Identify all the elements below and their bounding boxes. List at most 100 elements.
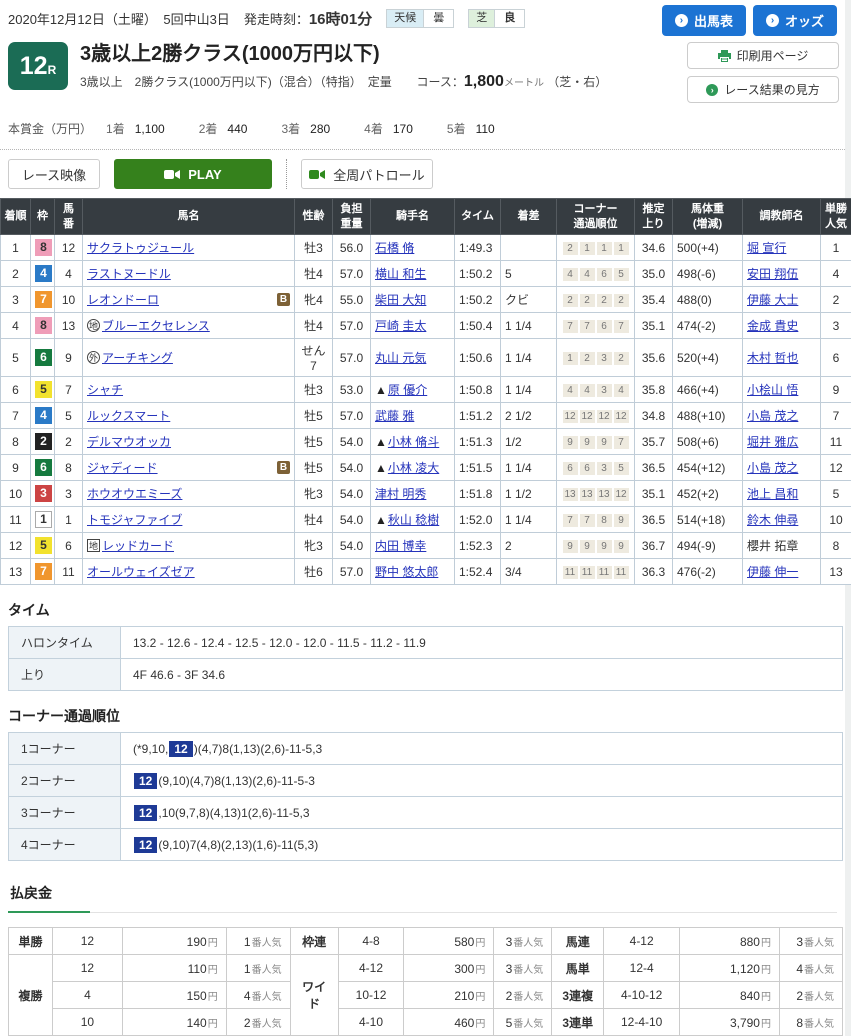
jockey-link[interactable]: 津村 明秀 [375,487,426,501]
trainer-link[interactable]: 堀井 雅広 [747,435,798,449]
jockey-link[interactable]: 石橋 脩 [375,241,414,255]
horse-name-link[interactable]: アーチキング [102,351,173,365]
horse-name-link[interactable]: シャチ [87,383,123,397]
corners-cell: 4434 [557,377,635,403]
sex-age-cell: 牡5 [295,429,333,455]
corner-position: 7 [614,436,629,449]
win-popularity-cell: 13 [821,559,851,585]
corner-position: 2 [580,352,595,365]
jockey-link[interactable]: 秋山 稔樹 [388,513,439,527]
trainer-link[interactable]: 金成 貴史 [747,319,798,333]
trainer-link[interactable]: 池上 昌和 [747,487,798,501]
trainer-link[interactable]: 小桧山 悟 [747,383,798,397]
time-cell: 1:51.5 [455,455,501,481]
jockey-link[interactable]: 丸山 元気 [375,351,426,365]
jockey-link[interactable]: 横山 和生 [375,267,426,281]
jockey-link[interactable]: 柴田 大知 [375,293,426,307]
horse-name-link[interactable]: オールウェイズゼア [87,565,195,579]
body-weight-cell: 454(+12) [673,455,743,481]
bet-combination: 4-12 [338,955,404,982]
race-video-button[interactable]: レース映像 [8,159,100,189]
corner-row: 3コーナー12,10(9,7,8)(4,13)1(2,6)-11-5,3 [9,797,843,829]
bet-combination: 4 [52,982,122,1009]
horse-name-link[interactable]: サクラトゥジュール [87,241,194,255]
win-popularity-cell: 1 [821,235,851,261]
jockey-link[interactable]: 小林 脩斗 [388,435,439,449]
jockey-link[interactable]: 戸崎 圭太 [375,319,426,333]
last3f-cell: 35.4 [635,287,673,313]
horse-name-cell: サクラトゥジュール [83,235,295,261]
horse-name-link[interactable]: レオンドーロ [87,293,159,307]
horse-name-link[interactable]: デルマウオッカ [87,435,171,449]
corner-position: 6 [580,462,595,475]
trainer-link[interactable]: 伊藤 伸一 [747,565,798,579]
last3f-cell: 35.0 [635,261,673,287]
corner-position: 3 [597,352,612,365]
corner-row-label: 2コーナー [9,765,121,797]
horse-mark: 地 [87,319,100,332]
corner-position: 4 [563,384,578,397]
jockey-cell: 内田 博幸 [371,533,455,559]
trainer-cell: 小島 茂之 [743,403,821,429]
last3f-cell: 34.8 [635,403,673,429]
horse-name-link[interactable]: ジャディード [87,461,158,475]
trainer-link[interactable]: 伊藤 大士 [747,293,798,307]
sex-age-cell: 牡5 [295,455,333,481]
apprentice-mark: ▲ [375,435,387,449]
horse-name-link[interactable]: ブルーエクセレンス [102,319,210,333]
corner-position: 6 [597,320,612,333]
column-header: 負担重量 [333,199,371,235]
course-label: コース： [417,75,464,89]
trainer-cell: 鈴木 伸尋 [743,507,821,533]
horse-name-link[interactable]: ホウオウエミーズ [87,487,182,501]
column-header: コーナー通過順位 [557,199,635,235]
trainer-link[interactable]: 小島 茂之 [747,461,798,475]
jockey-link[interactable]: 武藤 雅 [375,409,414,423]
bet-combination: 12 [52,955,122,982]
trainer-link[interactable]: 堀 宣行 [747,241,786,255]
win-popularity-cell: 12 [821,455,851,481]
patrol-video-button[interactable]: 全周パトロール [301,159,433,189]
jockey-link[interactable]: 内田 博幸 [375,539,426,553]
trainer-cell: 木村 哲也 [743,339,821,377]
horse-name-link[interactable]: レッドカード [102,539,174,553]
payout-popularity: 4番人気 [226,982,290,1009]
frame-number: 2 [35,433,52,450]
corners-cell: 9997 [557,429,635,455]
printer-icon [718,50,731,62]
frame-number: 6 [35,459,52,476]
trainer-link[interactable]: 小島 茂之 [747,409,798,423]
time-row-value: 4F 46.6 - 3F 34.6 [121,659,843,691]
horse-name-link[interactable]: ラストヌードル [87,267,171,281]
pos-cell: 3 [1,287,31,313]
popularity-suffix: 番人気 [804,965,834,976]
yen-suffix: 円 [208,992,218,1003]
time-cell: 1:51.8 [455,481,501,507]
jockey-link[interactable]: 小林 凌大 [388,461,439,475]
pos-cell: 2 [1,261,31,287]
race-title: 3歳以上2勝クラス(1000万円以下) [80,42,607,66]
odds-button[interactable]: › オッズ [753,5,837,36]
prize-rank: 5着 [447,122,466,136]
play-button[interactable]: PLAY [114,159,272,189]
trainer-link[interactable]: 鈴木 伸尋 [747,513,798,527]
entry-table-button[interactable]: › 出馬表 [662,5,746,36]
payout-popularity: 3番人気 [779,928,842,955]
time-tbody: ハロンタイム13.2 - 12.6 - 12.4 - 12.5 - 12.0 -… [9,627,843,691]
horse-name-link[interactable]: トモジャファイブ [87,513,182,527]
jockey-link[interactable]: 野中 悠太郎 [375,565,438,579]
results-guide-button[interactable]: › レース結果の見方 [687,76,839,103]
trainer-link[interactable]: 安田 翔伍 [747,267,798,281]
highlighted-horse-number: 12 [169,741,192,757]
print-page-button[interactable]: 印刷用ページ [687,42,839,69]
win-popularity-cell: 11 [821,429,851,455]
corner-position: 8 [597,514,612,527]
horse-name-link[interactable]: ルックスマート [87,409,170,423]
jockey-link[interactable]: 原 優介 [388,383,427,397]
table-row: 13711オールウェイズゼア牡657.0野中 悠太郎1:52.43/411111… [1,559,851,585]
corner-position: 2 [563,242,578,255]
margin-cell: 5 [501,261,557,287]
table-row: 1256地レッドカード牝354.0内田 博幸1:52.32999936.7494… [1,533,851,559]
time-cell: 1:50.2 [455,287,501,313]
trainer-link[interactable]: 木村 哲也 [747,351,798,365]
